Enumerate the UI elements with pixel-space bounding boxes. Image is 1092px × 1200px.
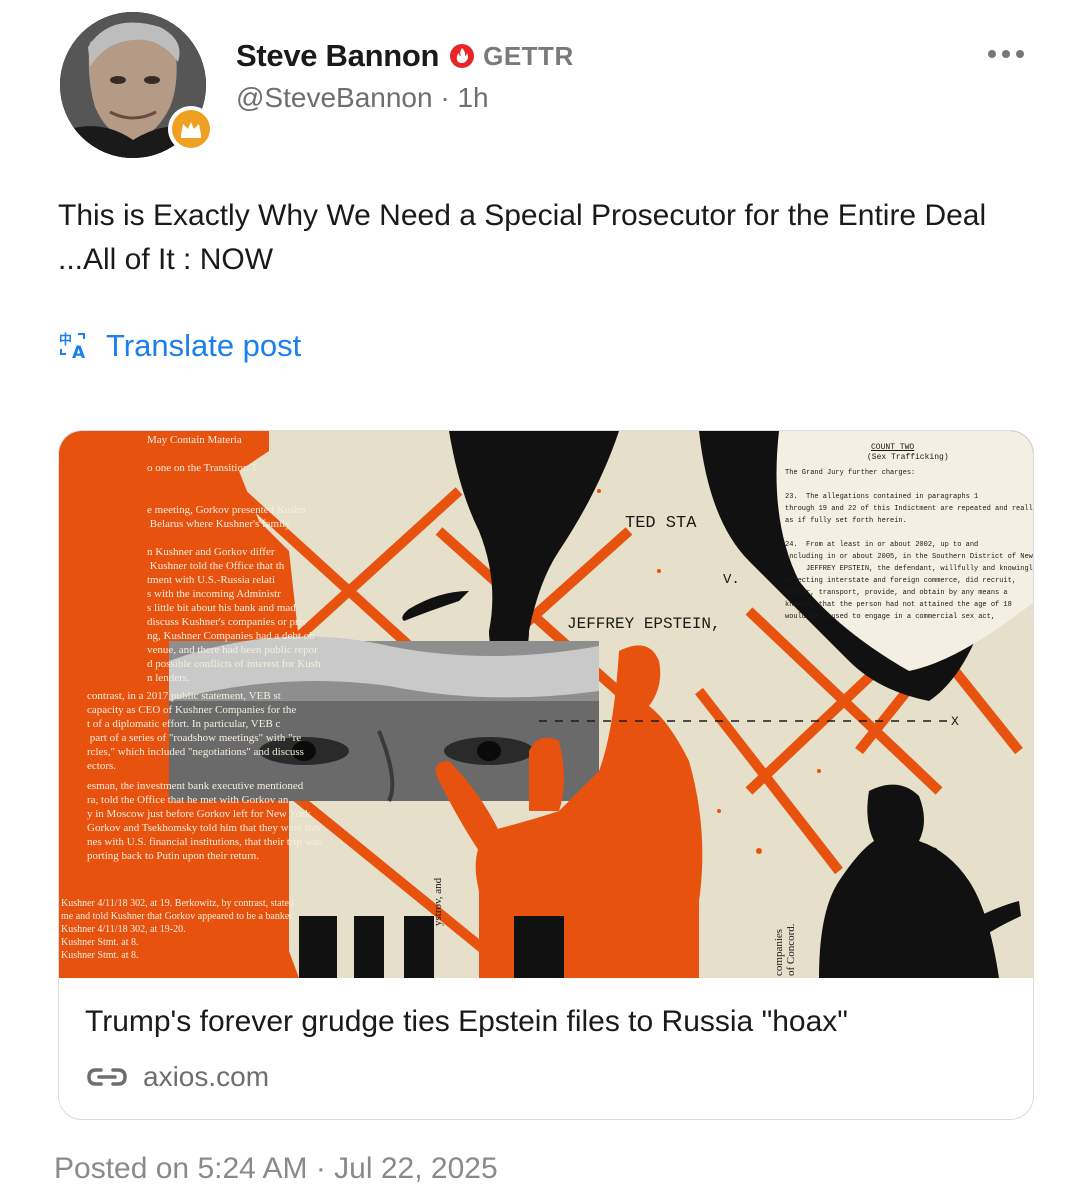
svg-text:中: 中: [59, 332, 72, 348]
posted-timestamp: Posted on 5:24 AM · Jul 22, 2025: [54, 1152, 498, 1185]
avatar-container[interactable]: [60, 12, 214, 158]
author-handle[interactable]: @SteveBannon: [236, 82, 433, 113]
image-indictment-text: The Grand Jury further charges: 23. The …: [785, 469, 1033, 621]
image-side-text-2: companies of Concord.: [773, 923, 797, 976]
image-v-text: V.: [723, 572, 740, 588]
time-ago: 1h: [457, 82, 489, 113]
translate-icon: 中 A: [59, 332, 86, 361]
translate-post-button[interactable]: 中 A Translate post: [58, 328, 301, 364]
link-card-domain: axios.com: [143, 1061, 270, 1092]
more-dot-icon: [1002, 50, 1010, 58]
link-card-domain-row[interactable]: axios.com: [85, 1061, 269, 1093]
platform-label: GETTR: [483, 40, 574, 71]
image-sex-trafficking: (Sex Trafficking): [867, 453, 949, 462]
image-doc-text-left-3: esman, the investment bank executive men…: [87, 780, 322, 862]
image-x-mark: X: [951, 714, 959, 729]
more-options-button[interactable]: [988, 50, 1024, 58]
post-text: This is Exactly Why We Need a Special Pr…: [58, 199, 987, 276]
crown-badge: [168, 106, 214, 152]
svg-text:A: A: [72, 343, 86, 361]
translate-label: Translate post: [106, 328, 302, 363]
image-side-text-1: ystrov, and: [432, 877, 444, 926]
image-doc-text-left: May Contain Materia o one on the Transit…: [147, 434, 321, 684]
verified-flame-icon: [450, 44, 475, 68]
separator-dot: ·: [440, 82, 458, 113]
link-icon: [87, 1068, 127, 1086]
link-preview-card[interactable]: May Contain Materia o one on the Transit…: [58, 430, 1034, 1120]
crown-icon: [181, 122, 201, 138]
link-preview-image[interactable]: May Contain Materia o one on the Transit…: [59, 431, 1033, 978]
image-doc-text-left-2: contrast, in a 2017 public statement, VE…: [87, 690, 304, 772]
author-name[interactable]: Steve Bannon: [236, 38, 439, 74]
image-united-states-text: TED STA: [625, 514, 697, 533]
link-card-title[interactable]: Trump's forever grudge ties Epstein file…: [85, 1005, 848, 1039]
more-dot-icon: [988, 50, 996, 58]
handle-row: @SteveBannon · 1h: [236, 82, 489, 114]
author-name-row: Steve Bannon GETTR: [236, 36, 574, 76]
more-dot-icon: [1016, 50, 1024, 58]
image-footnotes: Kushner 4/11/18 302, at 19. Berkowitz, b…: [61, 898, 295, 961]
image-count-two: COUNT TWO: [871, 443, 915, 452]
image-epstein-text: JEFFREY EPSTEIN,: [567, 615, 721, 633]
